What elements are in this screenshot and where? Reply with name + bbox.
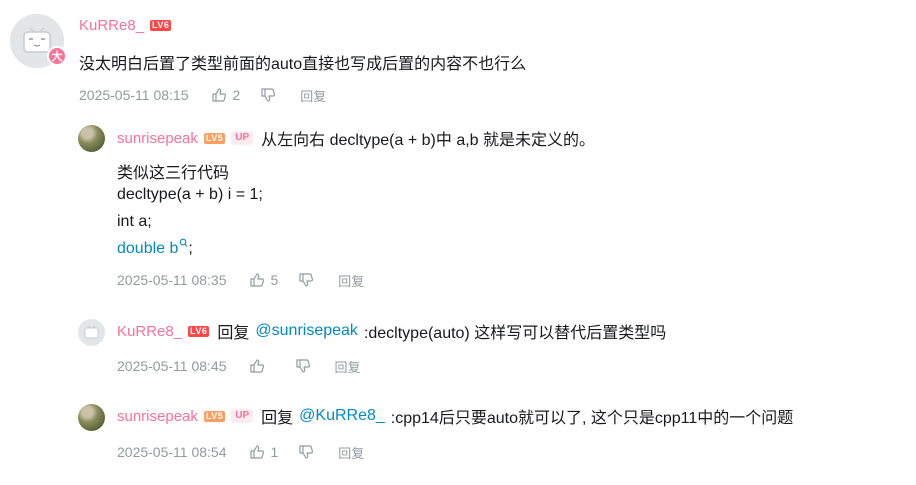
dislike-icon[interactable] <box>298 272 314 288</box>
reply-text-line: int a; <box>117 213 152 230</box>
reply-button[interactable]: 回复 <box>335 357 361 376</box>
username[interactable]: KuRRe8_ <box>79 17 144 34</box>
like-icon[interactable] <box>249 444 265 460</box>
reply-prefix: 回复 <box>217 325 250 342</box>
username[interactable]: sunrisepeak <box>117 130 198 147</box>
like-icon[interactable] <box>249 272 265 288</box>
username[interactable]: sunrisepeak <box>117 408 198 425</box>
reply-text: 从左向右 decltype(a + b)中 a,b 就是未定义的。 <box>261 132 596 149</box>
comment-text: 没太明白后置了类型前面的auto直接也写成后置的内容不也行么 <box>79 56 527 73</box>
mention-link[interactable]: @sunrisepeak <box>255 322 358 340</box>
dislike-icon[interactable] <box>298 444 314 460</box>
reply-text-suffix: ; <box>188 240 193 257</box>
dislike-icon[interactable] <box>260 87 276 103</box>
search-icon[interactable] <box>179 238 188 248</box>
reply-text: :decltype(auto) 这样写可以替代后置类型吗 <box>363 325 667 342</box>
level-badge: LV5 <box>203 132 226 144</box>
up-badge: UP <box>231 131 254 145</box>
reply-date: 2025-05-11 08:45 <box>117 358 227 374</box>
avatar[interactable] <box>78 319 105 346</box>
reply-date: 2025-05-11 08:54 <box>117 444 227 460</box>
reply-date: 2025-05-11 08:35 <box>117 272 227 288</box>
like-icon[interactable] <box>211 87 227 103</box>
reply-text-line: decltype(a + b) i = 1; <box>117 186 263 203</box>
like-icon[interactable] <box>249 358 265 374</box>
reply-prefix: 回复 <box>261 410 294 427</box>
level-badge: LV6 <box>150 19 172 31</box>
mention-link[interactable]: @KuRRe8_ <box>299 407 385 425</box>
comment-date: 2025-05-11 08:15 <box>79 87 189 103</box>
reply-button[interactable]: 回复 <box>300 86 326 105</box>
reply-button[interactable]: 回复 <box>338 443 364 462</box>
avatar[interactable]: 大 <box>10 14 67 68</box>
avatar[interactable] <box>78 404 105 431</box>
search-link[interactable]: double b <box>117 240 178 258</box>
up-badge: UP <box>231 409 254 423</box>
vip-badge: 大 <box>47 46 67 66</box>
avatar[interactable] <box>78 125 105 152</box>
like-count: 1 <box>270 444 279 460</box>
tv-mascot-icon <box>84 325 99 339</box>
username[interactable]: KuRRe8_ <box>117 323 182 340</box>
like-count: 5 <box>270 272 279 288</box>
level-badge: LV5 <box>203 410 226 422</box>
reply-button[interactable]: 回复 <box>338 271 364 290</box>
reply-text: :cpp14后只要auto就可以了, 这个只是cpp11中的一个问题 <box>390 410 794 427</box>
like-count: 2 <box>232 87 241 103</box>
level-badge: LV6 <box>188 325 210 337</box>
dislike-icon[interactable] <box>295 358 311 374</box>
reply-text-line: 类似这三行代码 <box>117 165 230 182</box>
